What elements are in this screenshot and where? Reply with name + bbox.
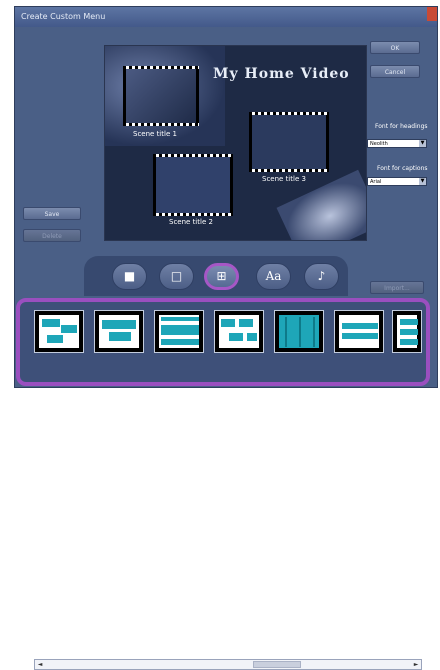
headings-font-select[interactable]: Neolith ▼ [367,139,427,148]
text-icon: Aa [265,269,282,283]
layout-thumbnail[interactable] [214,310,264,353]
layout-thumbnail[interactable] [334,310,384,353]
headings-font-value: Neolith [370,141,388,147]
close-icon[interactable] [427,7,437,21]
captions-font-select[interactable]: Arial ▼ [367,177,427,186]
window-title: Create Custom Menu [21,12,106,21]
ok-button[interactable]: OK [370,41,420,54]
scene-thumbnail-3[interactable] [249,112,329,172]
menu-preview: My Home Video Scene title 1 Scene title … [104,45,367,241]
layout-thumbnail[interactable] [34,310,84,353]
square-filled-icon: ■ [123,269,136,283]
captions-font-value: Arial [370,179,382,185]
scene-title-1[interactable]: Scene title 1 [133,130,177,138]
tab-square-outline[interactable]: □ [159,263,194,290]
title-bar: Create Custom Menu [15,7,437,27]
layout-thumbnail[interactable] [154,310,204,353]
headings-font-label: Font for headings [375,123,428,130]
horizontal-scrollbar[interactable]: ◄ ► [34,659,422,670]
scene-thumbnail-1[interactable] [123,66,199,126]
menu-title[interactable]: My Home Video [213,66,350,82]
scene-title-3[interactable]: Scene title 3 [262,175,306,183]
tab-music[interactable]: ♪ [304,263,339,290]
chevron-down-icon[interactable]: ▼ [419,140,426,147]
captions-font-label: Font for captions [377,165,428,172]
scroll-right-icon[interactable]: ► [411,660,421,669]
layout-thumbnail[interactable] [274,310,324,353]
scrollbar-thumb[interactable] [253,661,301,668]
tab-text[interactable]: Aa [256,263,291,290]
layout-thumbnail[interactable] [94,310,144,353]
layout-thumbnail[interactable] [392,310,422,353]
grid-icon: ⊞ [216,269,227,283]
square-outline-icon: □ [170,269,183,283]
delete-button[interactable]: Delete [23,229,81,242]
chevron-down-icon[interactable]: ▼ [419,178,426,185]
tab-layouts[interactable]: ⊞ [204,263,239,290]
tab-square-filled[interactable]: ■ [112,263,147,290]
import-button[interactable]: Import... [370,281,424,294]
scene-title-2[interactable]: Scene title 2 [169,218,213,226]
music-note-icon: ♪ [317,269,326,283]
scroll-left-icon[interactable]: ◄ [35,660,45,669]
scene-thumbnail-2[interactable] [153,154,233,216]
cancel-button[interactable]: Cancel [370,65,420,78]
layout-gallery: ◄ ► [16,298,430,670]
save-button[interactable]: Save [23,207,81,220]
